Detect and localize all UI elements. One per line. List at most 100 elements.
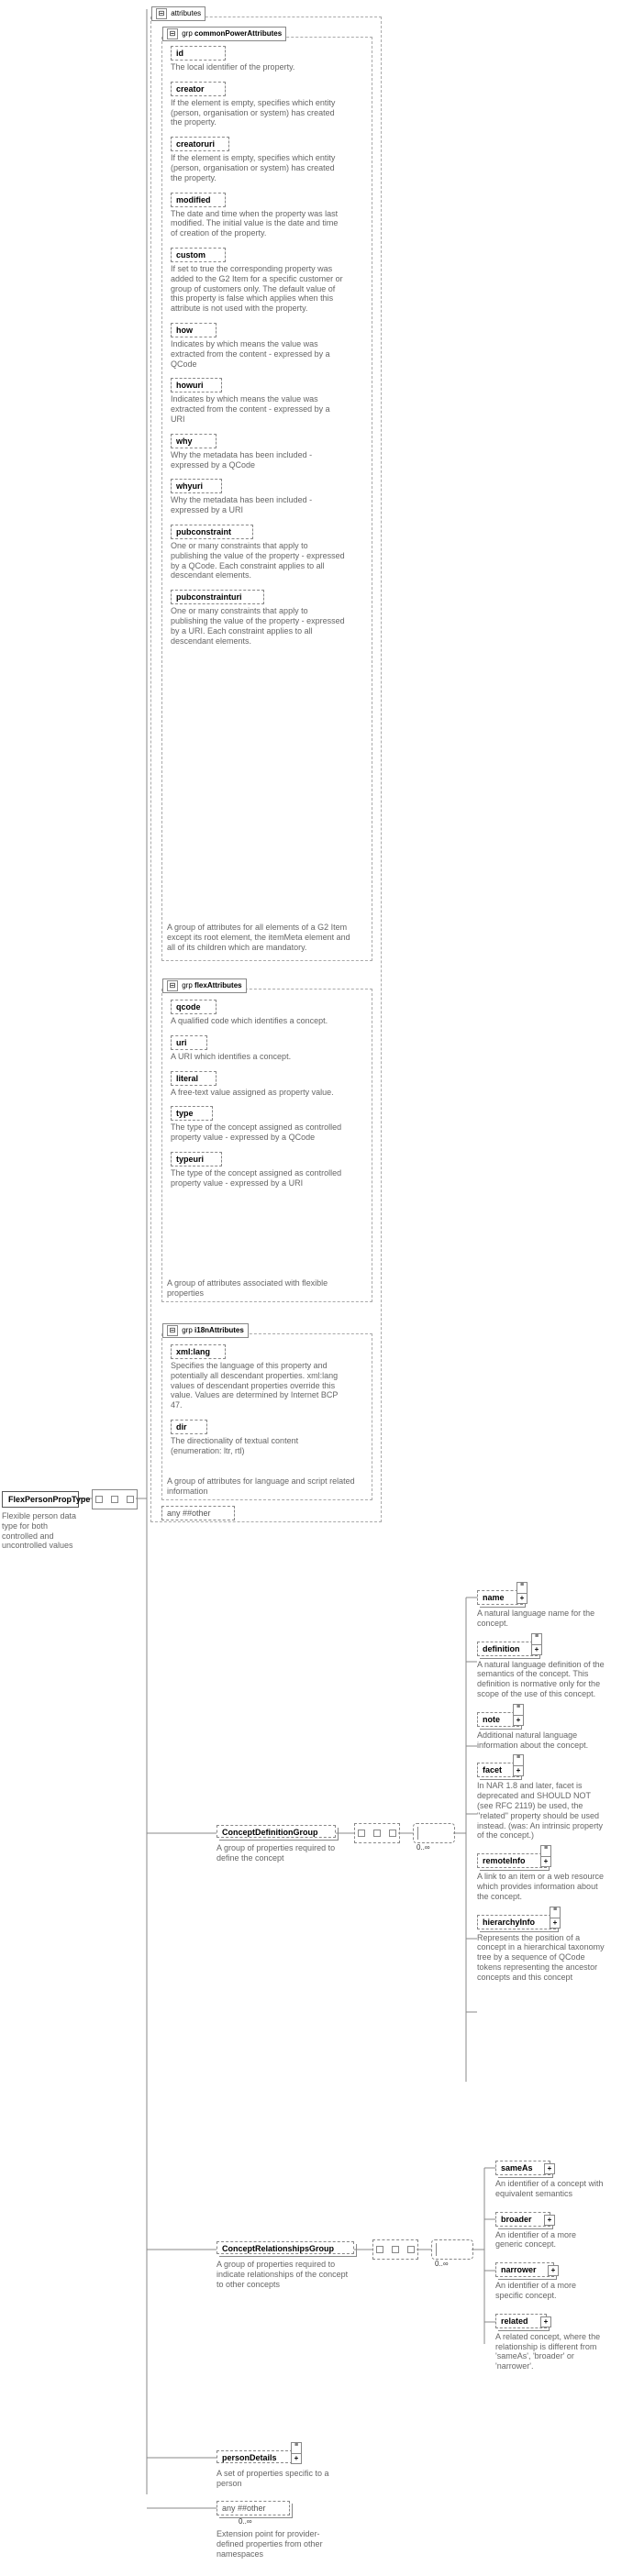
grp2-footer: A group of attributes associated with fl… (167, 1278, 360, 1299)
attr-item: typeuri (171, 1152, 222, 1166)
elem: note + ≡ (477, 1712, 519, 1727)
occur: 0..∞ (435, 2260, 449, 2268)
elem: broader + (495, 2212, 550, 2227)
attr-item: pubconstrainturi (171, 590, 264, 604)
grp3-footer: A group of attributes for language and s… (167, 1476, 360, 1497)
sequence-compositor (372, 2239, 418, 2260)
occur: 0..∞ (417, 1843, 430, 1852)
attr-item: creatoruri (171, 137, 229, 151)
grp1-items: id The local identifier of the property.… (171, 46, 363, 655)
cd-items: name + ≡ A natural language name for the… (477, 1590, 615, 1996)
attr-desc: The date and time when the property was … (171, 209, 345, 238)
elem: related + (495, 2314, 547, 2328)
expand-icon[interactable]: + (550, 1918, 561, 1929)
elem-desc: A link to an item or a web resource whic… (477, 1872, 605, 1901)
attr-desc: The local identifier of the property. (171, 62, 345, 72)
grp3-tab: ⊟ grp i18nAttributes (162, 1323, 249, 1338)
elem: sameAs + (495, 2161, 550, 2175)
person-details-desc: A set of properties specific to a person (217, 2469, 336, 2489)
sequence-compositor (92, 1489, 138, 1509)
elem-desc: An identifier of a concept with equivale… (495, 2179, 605, 2199)
expand-icon[interactable]: + (540, 1856, 551, 1867)
elem-desc: In NAR 1.8 and later, facet is deprecate… (477, 1781, 605, 1841)
grp3-name: i18nAttributes (194, 1326, 244, 1334)
grp1-name: commonPowerAttributes (194, 29, 282, 38)
expand-icon[interactable]: + (544, 2163, 555, 2174)
attr-item: creator (171, 82, 226, 96)
choice-compositor (413, 1823, 455, 1843)
attr-item: uri (171, 1035, 207, 1050)
attr-item: whyuri (171, 479, 222, 493)
lines-icon: ≡ (531, 1633, 542, 1645)
attr-item: pubconstraint (171, 525, 253, 539)
attr-desc: If set to true the corresponding propert… (171, 264, 345, 314)
attr-tab-label: attributes (171, 9, 201, 17)
lines-icon: ≡ (513, 1704, 524, 1716)
grp1-tab: ⊟ grp commonPowerAttributes (162, 27, 286, 41)
attr-desc: A URI which identifies a concept. (171, 1052, 345, 1062)
cr-items: sameAs + An identifier of a concept with… (495, 2161, 615, 2384)
concept-def-desc: A group of properties required to define… (217, 1843, 345, 1863)
lines-icon: ≡ (516, 1582, 528, 1594)
elem-desc: An identifier of a more specific concept… (495, 2281, 605, 2301)
attributes-tab: ⊟ attributes (151, 6, 205, 21)
attr-desc: If the element is empty, specifies which… (171, 153, 345, 182)
attr-item: dir (171, 1420, 207, 1434)
expand-icon[interactable]: + (544, 2215, 555, 2226)
box-icon: ⊟ (167, 980, 178, 991)
grp-label: grp (182, 29, 193, 38)
attr-desc: Why the metadata has been included - exp… (171, 495, 345, 515)
box-icon: ⊟ (156, 8, 167, 19)
lines-icon: ≡ (291, 2442, 302, 2454)
attr-item: id (171, 46, 226, 61)
grp2-tab: ⊟ grp flexAttributes (162, 978, 247, 993)
root-type: FlexPersonPropType (2, 1491, 79, 1508)
elem: definition + ≡ (477, 1642, 538, 1656)
attr-desc: A free-text value assigned as property v… (171, 1088, 345, 1098)
attr-desc: Why the metadata has been included - exp… (171, 450, 345, 470)
attr-item: why (171, 434, 217, 448)
person-details: personDetails + ≡ (217, 2450, 297, 2463)
elem-desc: A natural language definition of the sem… (477, 1660, 605, 1699)
expand-icon[interactable]: + (513, 1715, 524, 1726)
attr-desc: Specifies the language of this property … (171, 1361, 345, 1410)
expand-icon[interactable]: + (513, 1765, 524, 1776)
elem: hierarchyInfo + ≡ (477, 1915, 556, 1929)
elem: name + ≡ (477, 1590, 523, 1605)
attr-item: how (171, 323, 217, 337)
lines-icon: ≡ (513, 1754, 524, 1766)
any-other-ext: any ##other (217, 2501, 290, 2515)
grp2-items: qcode A qualified code which identifies … (171, 1000, 363, 1198)
box-icon: ⊟ (167, 28, 178, 39)
grp2-name: flexAttributes (194, 981, 242, 989)
expand-icon[interactable]: + (548, 2265, 559, 2276)
attr-desc: A qualified code which identifies a conc… (171, 1016, 345, 1026)
grp3-items: xml:lang Specifies the language of this … (171, 1344, 363, 1465)
any-other-desc: Extension point for provider-defined pro… (217, 2529, 345, 2559)
choice-compositor (431, 2239, 473, 2260)
attr-item: qcode (171, 1000, 217, 1014)
attr-desc: The type of the concept assigned as cont… (171, 1122, 345, 1143)
grp1-footer: A group of attributes for all elements o… (167, 923, 360, 952)
root-label: FlexPersonPropType (8, 1495, 90, 1504)
expand-icon[interactable]: + (531, 1644, 542, 1655)
concept-rel-desc: A group of properties required to indica… (217, 2260, 354, 2289)
sequence-compositor (354, 1823, 400, 1843)
expand-icon[interactable]: + (516, 1593, 528, 1604)
root-desc: Flexible person data type for both contr… (2, 1511, 84, 1551)
expand-icon[interactable]: + (540, 2316, 551, 2327)
attr-item: custom (171, 248, 226, 262)
box-icon: ⊟ (167, 1325, 178, 1336)
expand-icon[interactable]: + (291, 2453, 302, 2464)
elem-desc: Represents the position of a concept in … (477, 1933, 605, 1983)
elem-desc: Additional natural language information … (477, 1730, 605, 1751)
elem: facet + ≡ (477, 1763, 519, 1777)
attr-item: howuri (171, 378, 222, 392)
attr-desc: One or many constraints that apply to pu… (171, 541, 345, 580)
elem: remoteInfo + ≡ (477, 1853, 547, 1868)
attr-desc: One or many constraints that apply to pu… (171, 606, 345, 646)
elem-desc: A natural language name for the concept. (477, 1609, 605, 1629)
attr-desc: If the element is empty, specifies which… (171, 98, 345, 127)
attr-item: type (171, 1106, 213, 1121)
occur: 0..∞ (239, 2517, 252, 2526)
